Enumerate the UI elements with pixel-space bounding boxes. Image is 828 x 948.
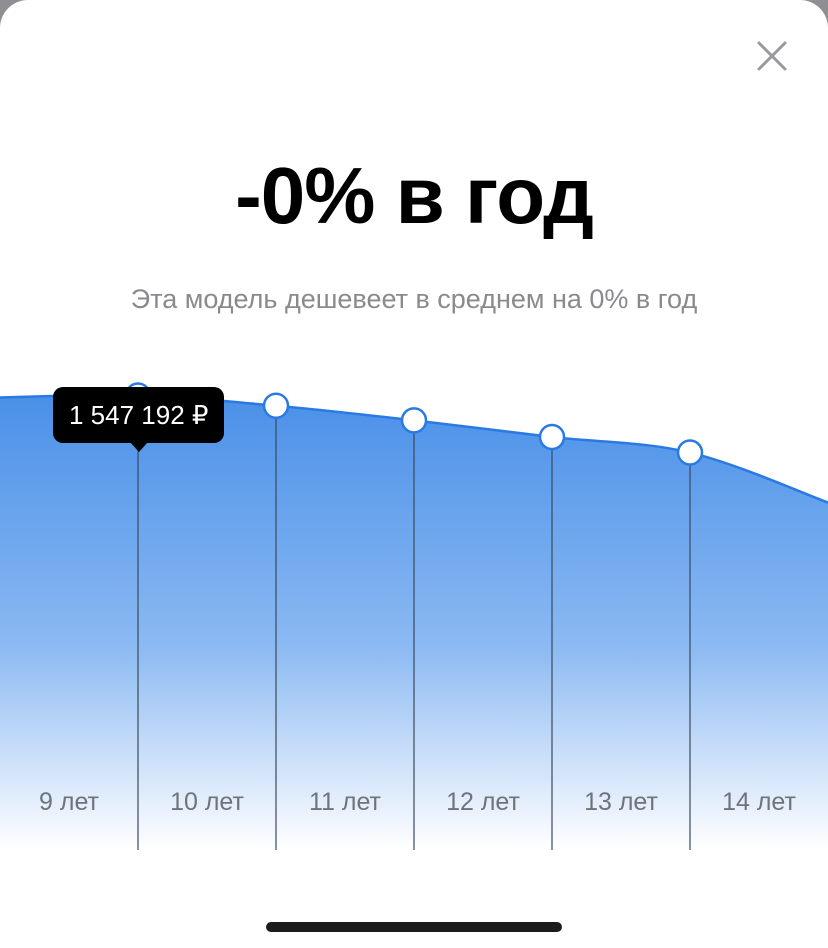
chart-tick-label: 14 лет [722, 788, 796, 816]
chart-tick-label: 11 лет [309, 788, 382, 816]
chart-tick-label: 9 лет [39, 788, 100, 816]
page-title: -0% в год [235, 151, 594, 240]
chart-point[interactable] [400, 407, 428, 434]
chart-point[interactable] [262, 392, 290, 419]
price-tooltip: 1 547 192 ₽ [53, 387, 225, 452]
page-subtitle: Эта модель дешевеет в среднем на 0% в го… [130, 284, 698, 314]
close-button[interactable] [750, 34, 794, 78]
close-icon [757, 41, 787, 71]
chart-tick-label: 10 лет [170, 788, 244, 816]
chart-tick-label: 13 лет [584, 788, 658, 816]
depreciation-chart: 9 лет 10 лет 11 лет 12 лет 13 лет 14 лет [0, 380, 828, 850]
bottom-sheet: -0% в год Эта модель дешевеет в среднем … [0, 0, 828, 948]
chart-point[interactable] [538, 423, 566, 451]
depreciation-chart-svg: 9 лет 10 лет 11 лет 12 лет 13 лет 14 лет [0, 382, 828, 850]
chart-point[interactable] [676, 439, 704, 466]
chart-tick-label: 12 лет [446, 788, 520, 816]
home-indicator [266, 922, 562, 932]
